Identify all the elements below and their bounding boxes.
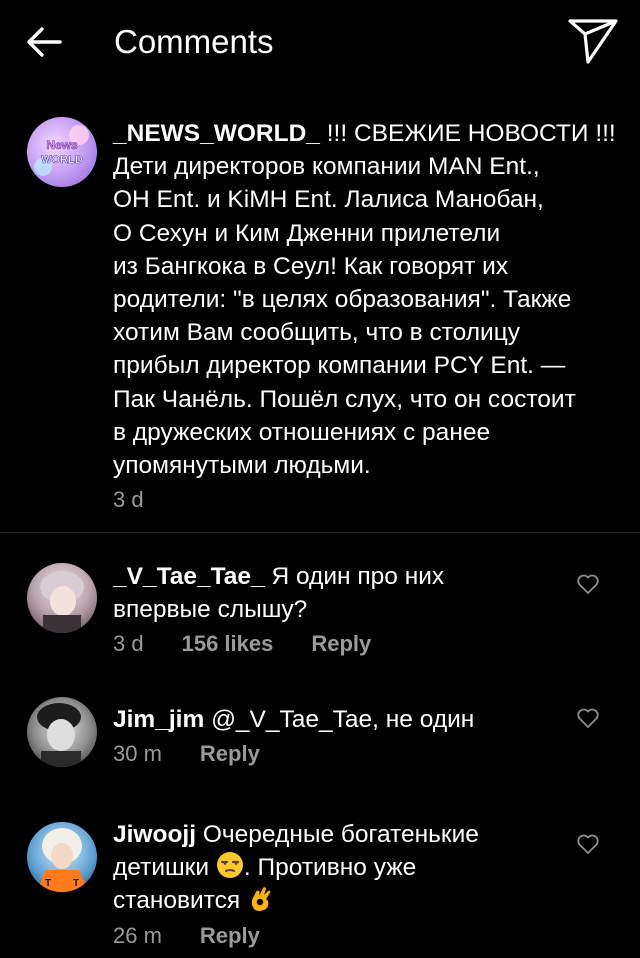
paper-plane-icon[interactable] (566, 16, 620, 66)
comment-text: детишки (113, 854, 210, 882)
comment: _V_Tae_Tae_ Я один про них впервые слышу… (113, 560, 558, 659)
comment-text: Я один про них (271, 563, 445, 590)
avatar-logo-bottom: WORLD (41, 154, 83, 166)
heart-icon[interactable] (576, 572, 600, 596)
caption-line: OH Ent. и KiMH Ent. Лалиса Манобан, (113, 186, 544, 214)
arrow-left-icon[interactable] (24, 22, 64, 62)
caption-line: в дружеских отношениях с ранее (113, 418, 491, 446)
caption-timestamp: 3 d (113, 487, 144, 513)
divider (0, 532, 640, 533)
comment-text: @_V_Tae_Tae, не один (211, 706, 475, 733)
comment-line: детишки . Противно уже (113, 851, 558, 884)
comment-timestamp: 3 d (113, 631, 144, 657)
comment-line: Jiwoojj Очередные богатенькие (113, 818, 558, 851)
news-world-logo-icon: News WORLD (34, 125, 89, 176)
comment-timestamp: 30 m (113, 741, 162, 767)
reply-button[interactable]: Reply (200, 741, 260, 766)
avatar[interactable]: T T (27, 822, 97, 892)
comment-line: становится (113, 884, 558, 917)
user-photo-icon (37, 703, 81, 767)
comment-text: становится (113, 887, 241, 915)
caption-line: родители: "в целях образования". Также (113, 286, 572, 314)
comment-meta: 30 m Reply (113, 739, 558, 769)
caption-line: Дети директоров компании MAN Ent., (113, 153, 540, 181)
heart-icon[interactable] (576, 706, 600, 730)
comment-line: _V_Tae_Tae_ Я один про них (113, 560, 558, 593)
avatar[interactable] (27, 697, 97, 767)
comment-username[interactable]: Jim_jim (113, 706, 204, 733)
comment-username[interactable]: _V_Tae_Tae_ (113, 563, 265, 590)
caption-line: из Бангкока в Сеул! Как говорят их (113, 252, 509, 280)
avatar[interactable]: News WORLD (27, 117, 97, 187)
caption-line: О Сехун и Ким Дженни прилетели (113, 219, 501, 247)
reply-button[interactable]: Reply (311, 631, 371, 656)
comment-username[interactable]: Jiwoojj (113, 821, 196, 848)
comment-text: . Противно уже (243, 854, 417, 882)
caption-line: прибыл директор компании PCY Ent. — (113, 352, 566, 380)
comment-meta: 26 m Reply (113, 921, 558, 951)
svg-text:T: T (73, 878, 79, 889)
unamused-face-emoji-icon (216, 852, 243, 879)
ok-hand-emoji-icon (251, 887, 271, 912)
avatar-logo-top: News (46, 138, 78, 152)
top-bar: Comments (0, 0, 640, 84)
caption-username[interactable]: _NEWS_WORLD_ (113, 120, 320, 147)
avatar[interactable] (27, 563, 97, 633)
comment-text: Очередные богатенькие (202, 821, 479, 848)
caption-line: упомянутыми людьми. (113, 452, 371, 480)
user-photo-icon: T T (37, 828, 89, 892)
likes-count[interactable]: 156 likes (182, 631, 274, 656)
comment-meta: 3 d 156 likes Reply (113, 629, 558, 659)
caption-meta: 3 d (113, 485, 640, 515)
comment-timestamp: 26 m (113, 922, 162, 948)
svg-text:T: T (45, 878, 51, 889)
user-photo-icon (40, 571, 84, 633)
caption-line: Пак Чанёль. Пошёл слух, что он состоит (113, 385, 576, 413)
caption-body: _NEWS_WORLD_ !!! СВЕЖИЕ НОВОСТИ !!! Дети… (113, 117, 640, 515)
comment-line: Jim_jim @_V_Tae_Tae, не один (113, 703, 558, 736)
caption-line: _NEWS_WORLD_ !!! СВЕЖИЕ НОВОСТИ !!! (113, 117, 640, 150)
comment: Jiwoojj Очередные богатенькие детишки . … (113, 818, 558, 951)
comment: Jim_jim @_V_Tae_Tae, не один 30 m Reply (113, 703, 558, 769)
caption-line: хотим Вам сообщить, что в столицу (113, 319, 521, 347)
page-title: Comments (114, 23, 274, 60)
caption-text: !!! СВЕЖИЕ НОВОСТИ !!! (326, 120, 616, 147)
comment-line: впервые слышу? (113, 596, 308, 624)
reply-button[interactable]: Reply (200, 923, 260, 948)
heart-icon[interactable] (576, 832, 600, 856)
